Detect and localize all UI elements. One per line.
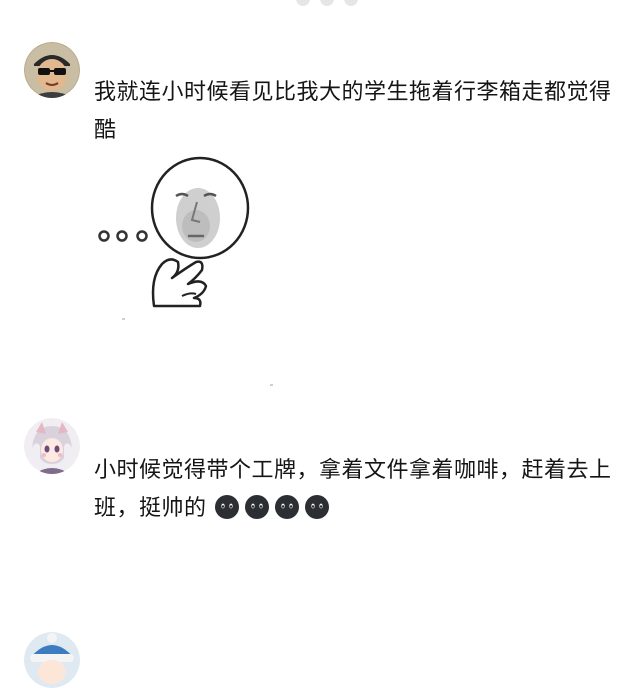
dot (344, 0, 358, 6)
dark-round-face-emoji-icon (215, 495, 240, 519)
dot (320, 0, 334, 6)
avatar-snow-hat-icon (24, 632, 80, 688)
avatar-man-sunglasses-icon (24, 42, 80, 98)
sticker-image (98, 156, 250, 308)
comment-1-text: 我就连小时候看见比我大的学生拖着行李箱走都觉得酷 (94, 80, 612, 143)
speck (122, 318, 125, 320)
comment-2-avatar[interactable] (24, 418, 80, 474)
comment-1-avatar[interactable] (24, 42, 80, 98)
speck (270, 384, 273, 386)
comment-2-text: 小时候觉得带个工牌，拿着文件拿着咖啡，赶着去上班，挺帅的 (94, 452, 616, 528)
comment-2-body: 小时候觉得带个工牌，拿着文件拿着咖啡，赶着去上班，挺帅的 (94, 458, 612, 521)
dot (296, 0, 310, 6)
top-decoration-dots (296, 0, 358, 6)
dark-round-face-emoji-icon (305, 495, 330, 519)
thinking-face-meme-sticker[interactable] (92, 156, 252, 314)
emoji-group (207, 495, 335, 521)
dark-round-face-emoji-icon (275, 495, 300, 519)
dark-round-face-emoji-icon (245, 495, 270, 519)
avatar-anime-girl-icon (24, 418, 80, 474)
comment-3-avatar[interactable] (24, 632, 80, 688)
